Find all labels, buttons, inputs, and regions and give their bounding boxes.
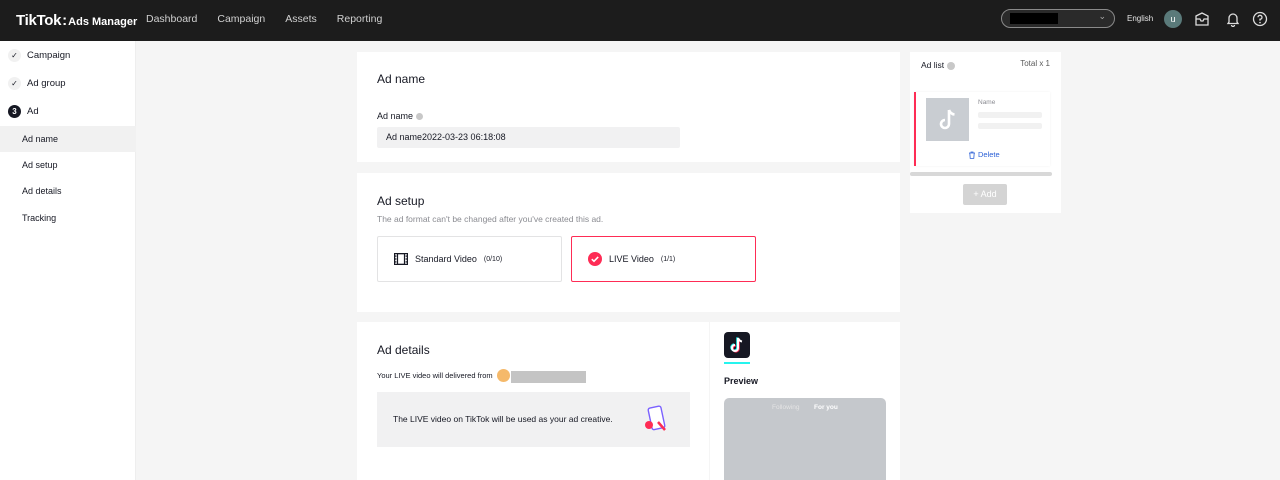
sidebar: ✓ Campaign ✓ Ad group 3 Ad Ad name Ad se… [0,41,136,480]
sidebar-item-ad-details[interactable]: Ad details [0,178,136,204]
delete-button[interactable]: Delete [968,150,1000,159]
info-icon[interactable] [947,61,956,70]
ad-setup-hint: The ad format can't be changed after you… [377,214,604,224]
phone-preview: Following For you [724,398,886,480]
tiktok-note-glyph [730,337,743,353]
inbox-icon[interactable] [1194,11,1210,27]
help-icon[interactable] [1252,11,1268,27]
live-source-text: Your LIVE video will delivered from [377,371,493,380]
ad-name-title: Ad name [377,72,426,86]
nav-dashboard[interactable]: Dashboard [146,13,197,25]
preview-tab-following: Following [772,404,800,411]
step-label: Campaign [27,50,71,61]
sidebar-item-tracking[interactable]: Tracking [0,205,136,231]
ad-list-scrollbar[interactable] [910,172,1052,176]
ad-name-label: Ad name [377,111,424,121]
ad-item-name-label: Name [978,99,996,106]
account-name-redacted [511,371,586,383]
option-label: LIVE Video [609,254,654,264]
account-avatar [497,369,510,382]
ad-name-card: Ad name Ad name Ad name2022-03-23 06:18:… [357,52,900,162]
logo-separator: : [62,12,68,29]
preview-label: Preview [724,376,759,386]
ad-list-item[interactable]: Name Delete [914,92,1050,166]
ad-setup-title: Ad setup [377,194,425,208]
ad-item-skeleton [978,123,1042,129]
option-count: (0/10) [483,255,503,263]
account-selector[interactable]: ⌄ [1001,9,1115,28]
avatar[interactable]: u [1164,10,1182,28]
language-selector[interactable]: English [1127,14,1153,23]
film-icon [394,253,408,265]
account-name-redacted [1010,13,1058,24]
step-ad[interactable]: 3 Ad [8,105,39,118]
check-circle-icon [588,252,602,266]
option-live-video[interactable]: LIVE Video (1/1) [571,236,756,282]
main-nav: Dashboard Campaign Assets Reporting [146,13,402,25]
tiktok-logo-icon [939,109,955,130]
ad-setup-card: Ad setup The ad format can't be changed … [357,173,900,312]
sidebar-item-ad-name[interactable]: Ad name [0,126,136,152]
step-label: Ad group [27,78,66,89]
phone-illustration-icon [645,405,666,431]
ad-name-input[interactable]: Ad name2022-03-23 06:18:08 [377,127,680,148]
chevron-down-icon: ⌄ [1098,11,1106,21]
ad-list-total: Total x 1 [1020,59,1050,68]
add-ad-button[interactable]: + Add [963,184,1007,205]
delete-label: Delete [978,150,1000,159]
ad-list-panel: Ad list Total x 1 Name Delete + Add [910,52,1061,213]
live-info-text: The LIVE video on TikTok will be used as… [393,414,613,424]
tiktok-icon[interactable] [724,332,750,358]
trash-icon [969,151,975,159]
step-label: Ad [27,106,39,117]
ad-thumbnail [926,98,969,141]
ad-list-title: Ad list [921,60,956,70]
logo-product: Ads Manager [68,16,138,28]
step-ad-group[interactable]: ✓ Ad group [8,77,66,90]
info-icon[interactable] [416,113,424,121]
option-standard-video[interactable]: Standard Video (0/10) [377,236,562,282]
step-number: 3 [8,105,21,118]
nav-assets[interactable]: Assets [285,13,317,25]
ad-details-title: Ad details [377,343,430,357]
nav-reporting[interactable]: Reporting [337,13,383,25]
option-count: (1/1) [660,255,676,263]
check-icon: ✓ [8,49,21,62]
preview-tab-foryou: For you [814,404,838,411]
ad-item-skeleton [978,112,1042,118]
step-campaign[interactable]: ✓ Campaign [8,49,70,62]
nav-campaign[interactable]: Campaign [217,13,265,25]
sidebar-item-ad-setup[interactable]: Ad setup [0,152,136,178]
ad-name-label-text: Ad name [377,111,414,121]
ad-details-card: Ad details Your LIVE video will delivere… [357,322,709,480]
live-info-box: The LIVE video on TikTok will be used as… [377,392,690,447]
top-bar: TikTok : Ads Manager Dashboard Campaign … [0,0,1280,41]
bell-icon[interactable] [1225,11,1241,27]
logo-brand: TikTok [16,12,62,29]
tiktok-ads-logo[interactable]: TikTok : Ads Manager [16,12,137,29]
ad-list-title-text: Ad list [921,60,945,70]
option-label: Standard Video [415,254,477,264]
check-icon: ✓ [8,77,21,90]
tab-indicator [724,362,750,364]
